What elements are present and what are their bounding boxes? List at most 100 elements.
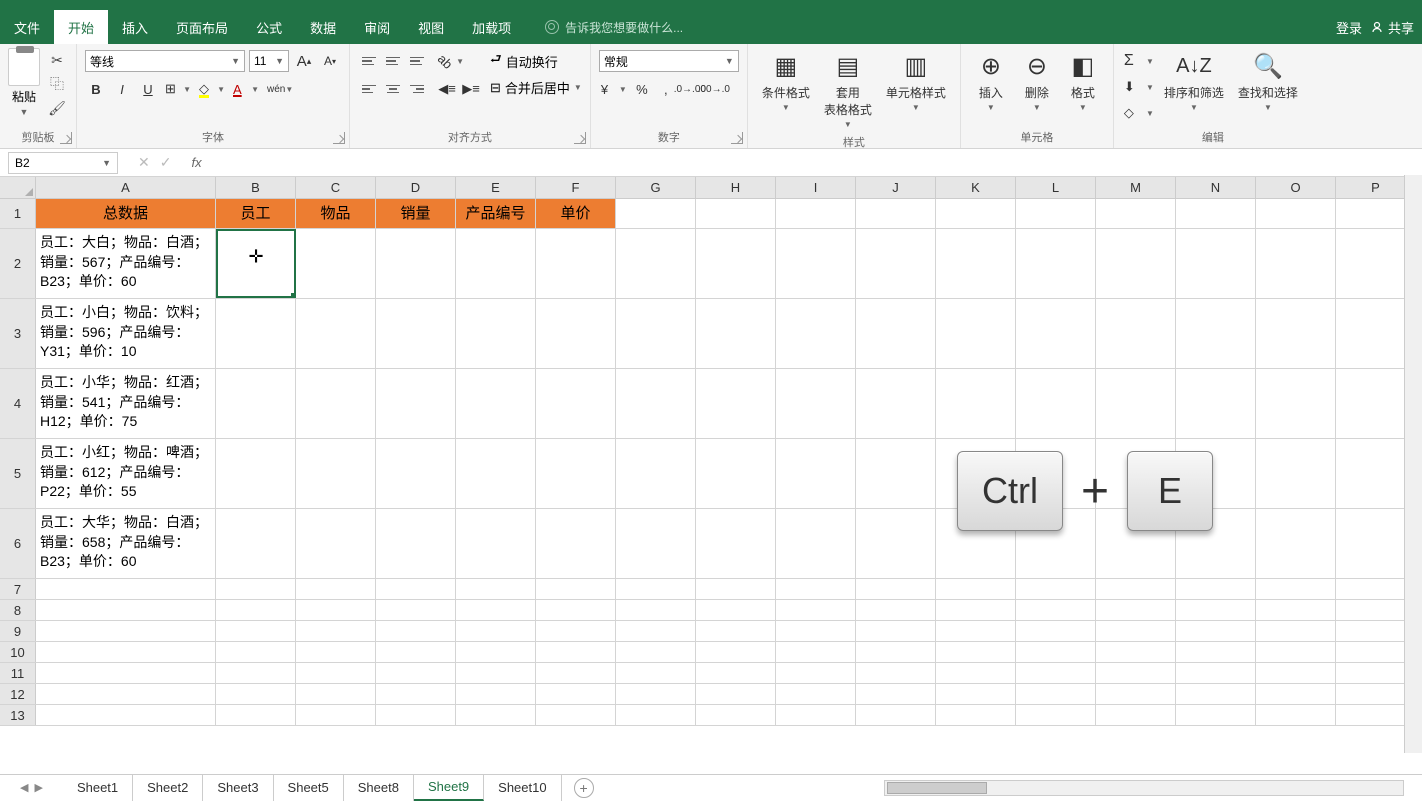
cell-D1[interactable]: 销量 bbox=[376, 199, 456, 228]
cell-E8[interactable] bbox=[456, 600, 536, 620]
cell-D5[interactable] bbox=[376, 439, 456, 508]
cell-L4[interactable] bbox=[1016, 369, 1096, 438]
cell-K12[interactable] bbox=[936, 684, 1016, 704]
cell-N12[interactable] bbox=[1176, 684, 1256, 704]
column-header-A[interactable]: A bbox=[36, 177, 216, 198]
cell-B11[interactable] bbox=[216, 663, 296, 683]
accounting-format-button[interactable]: ¥▼ bbox=[599, 78, 629, 100]
cell-A3[interactable]: 员工：小白；物品：饮料；销量：596；产品编号：Y31；单价：10 bbox=[36, 299, 216, 368]
row-header-12[interactable]: 12 bbox=[0, 684, 36, 704]
cell-E12[interactable] bbox=[456, 684, 536, 704]
cell-E9[interactable] bbox=[456, 621, 536, 641]
cell-K7[interactable] bbox=[936, 579, 1016, 599]
cell-N1[interactable] bbox=[1176, 199, 1256, 228]
cell-N11[interactable] bbox=[1176, 663, 1256, 683]
row-header-6[interactable]: 6 bbox=[0, 509, 36, 578]
cell-J11[interactable] bbox=[856, 663, 936, 683]
tab-formula[interactable]: 公式 bbox=[242, 10, 296, 44]
orientation-button[interactable]: ab▼ bbox=[436, 50, 466, 72]
align-center-button[interactable] bbox=[382, 78, 404, 100]
sheet-tab-sheet3[interactable]: Sheet3 bbox=[203, 775, 273, 801]
borders-button[interactable]: ⊞▼ bbox=[163, 78, 193, 100]
cell-J9[interactable] bbox=[856, 621, 936, 641]
font-color-button[interactable]: A▼ bbox=[231, 78, 261, 100]
cell-B4[interactable] bbox=[216, 369, 296, 438]
cell-J10[interactable] bbox=[856, 642, 936, 662]
tab-insert[interactable]: 插入 bbox=[108, 10, 162, 44]
cell-J4[interactable] bbox=[856, 369, 936, 438]
cell-A1[interactable]: 总数据 bbox=[36, 199, 216, 228]
cell-O1[interactable] bbox=[1256, 199, 1336, 228]
cell-K8[interactable] bbox=[936, 600, 1016, 620]
column-header-L[interactable]: L bbox=[1016, 177, 1096, 198]
cell-C9[interactable] bbox=[296, 621, 376, 641]
cell-G11[interactable] bbox=[616, 663, 696, 683]
align-top-button[interactable] bbox=[358, 50, 380, 72]
login-button[interactable]: 登录 bbox=[1336, 18, 1362, 37]
sort-filter-button[interactable]: A↓Z排序和筛选▼ bbox=[1158, 48, 1230, 114]
cell-A9[interactable] bbox=[36, 621, 216, 641]
column-header-H[interactable]: H bbox=[696, 177, 776, 198]
cell-N13[interactable] bbox=[1176, 705, 1256, 725]
cell-I6[interactable] bbox=[776, 509, 856, 578]
scroll-thumb[interactable] bbox=[887, 782, 987, 794]
cell-F11[interactable] bbox=[536, 663, 616, 683]
cell-I7[interactable] bbox=[776, 579, 856, 599]
vertical-scrollbar[interactable] bbox=[1404, 175, 1422, 753]
cell-I9[interactable] bbox=[776, 621, 856, 641]
decrease-font-button[interactable]: A▾ bbox=[319, 50, 341, 72]
row-header-8[interactable]: 8 bbox=[0, 600, 36, 620]
cell-L8[interactable] bbox=[1016, 600, 1096, 620]
cell-N8[interactable] bbox=[1176, 600, 1256, 620]
cell-M13[interactable] bbox=[1096, 705, 1176, 725]
cell-M11[interactable] bbox=[1096, 663, 1176, 683]
insert-cells-button[interactable]: ⊕插入▼ bbox=[969, 48, 1013, 114]
cell-M12[interactable] bbox=[1096, 684, 1176, 704]
paste-button[interactable]: 粘贴 ▼ bbox=[8, 48, 40, 117]
cell-A4[interactable]: 员工：小华；物品：红酒；销量：541；产品编号：H12；单价：75 bbox=[36, 369, 216, 438]
cell-H7[interactable] bbox=[696, 579, 776, 599]
underline-button[interactable]: U bbox=[137, 78, 159, 100]
cell-L11[interactable] bbox=[1016, 663, 1096, 683]
cell-I2[interactable] bbox=[776, 229, 856, 298]
cell-D7[interactable] bbox=[376, 579, 456, 599]
cell-M3[interactable] bbox=[1096, 299, 1176, 368]
cell-G9[interactable] bbox=[616, 621, 696, 641]
cell-B5[interactable] bbox=[216, 439, 296, 508]
column-header-K[interactable]: K bbox=[936, 177, 1016, 198]
column-header-B[interactable]: B bbox=[216, 177, 296, 198]
cell-O11[interactable] bbox=[1256, 663, 1336, 683]
cell-E10[interactable] bbox=[456, 642, 536, 662]
cell-E5[interactable] bbox=[456, 439, 536, 508]
cell-M1[interactable] bbox=[1096, 199, 1176, 228]
cell-J3[interactable] bbox=[856, 299, 936, 368]
align-bottom-button[interactable] bbox=[406, 50, 428, 72]
cell-A7[interactable] bbox=[36, 579, 216, 599]
align-left-button[interactable] bbox=[358, 78, 380, 100]
cell-L7[interactable] bbox=[1016, 579, 1096, 599]
cell-I5[interactable] bbox=[776, 439, 856, 508]
cell-H10[interactable] bbox=[696, 642, 776, 662]
cell-G6[interactable] bbox=[616, 509, 696, 578]
column-header-G[interactable]: G bbox=[616, 177, 696, 198]
cell-F3[interactable] bbox=[536, 299, 616, 368]
cell-E4[interactable] bbox=[456, 369, 536, 438]
cell-B13[interactable] bbox=[216, 705, 296, 725]
cell-H5[interactable] bbox=[696, 439, 776, 508]
cell-G12[interactable] bbox=[616, 684, 696, 704]
row-header-2[interactable]: 2 bbox=[0, 229, 36, 298]
cell-K3[interactable] bbox=[936, 299, 1016, 368]
cell-J2[interactable] bbox=[856, 229, 936, 298]
cell-H9[interactable] bbox=[696, 621, 776, 641]
phonetic-button[interactable]: wén▼ bbox=[265, 78, 295, 100]
cell-B12[interactable] bbox=[216, 684, 296, 704]
cell-D12[interactable] bbox=[376, 684, 456, 704]
cell-I13[interactable] bbox=[776, 705, 856, 725]
cell-C10[interactable] bbox=[296, 642, 376, 662]
cell-H6[interactable] bbox=[696, 509, 776, 578]
cell-C12[interactable] bbox=[296, 684, 376, 704]
row-header-10[interactable]: 10 bbox=[0, 642, 36, 662]
horizontal-scrollbar[interactable] bbox=[884, 780, 1404, 796]
cell-K9[interactable] bbox=[936, 621, 1016, 641]
cell-O4[interactable] bbox=[1256, 369, 1336, 438]
